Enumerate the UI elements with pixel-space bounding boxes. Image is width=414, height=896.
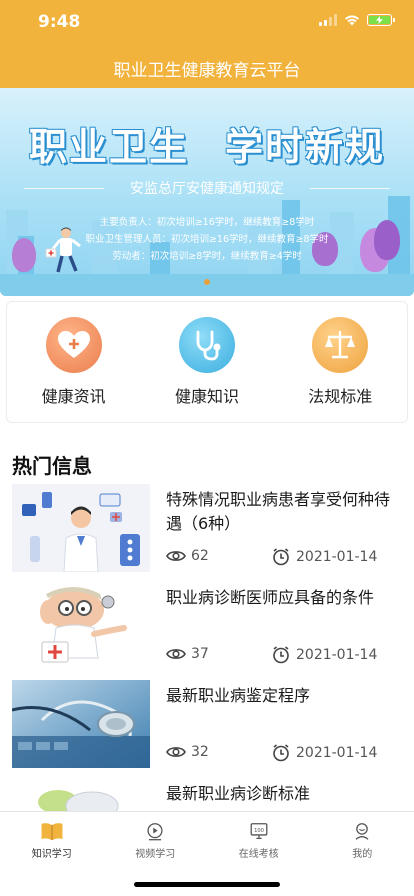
promo-banner[interactable]: 职业卫生 学时新规 安监总厅安健康通知规定 主要负责人：初次培训≥16学时，继续…	[0, 88, 414, 296]
eye-icon	[166, 649, 186, 659]
book-icon	[41, 823, 63, 841]
news-title: 职业病诊断医师应具备的条件	[166, 588, 375, 607]
news-thumbnail	[12, 582, 150, 670]
publish-date-value: 2021-01-14	[296, 647, 378, 663]
carousel-indicator[interactable]	[204, 279, 210, 285]
page-title: 职业卫生健康教育云平台	[113, 61, 301, 81]
publish-date: 2021-01-14	[272, 744, 377, 762]
banner-subtitle: 安监总厅安健康通知规定	[130, 181, 284, 197]
view-count-value: 62	[191, 548, 209, 564]
tab-profile[interactable]: 我的	[311, 812, 414, 860]
banner-headline: 职业卫生 学时新规	[0, 116, 414, 171]
view-count: 32	[166, 744, 209, 760]
svg-text:100: 100	[254, 828, 264, 834]
news-thumbnail	[12, 680, 150, 768]
banner-rule: 主要负责人：初次培训≥16学时，继续教育≥8学时	[99, 217, 315, 228]
exam-monitor-icon: 100	[250, 823, 268, 840]
news-title: 特殊情况职业病患者享受何种待遇（6种）	[166, 490, 391, 533]
news-title: 最新职业病鉴定程序	[166, 686, 311, 705]
cellular-signal-icon	[319, 14, 337, 26]
news-thumbnail	[12, 484, 150, 572]
news-meta: 32 2021-01-14	[166, 744, 406, 762]
app-header: 9:48 职业卫生健康教育云平台	[0, 0, 414, 88]
video-play-icon	[147, 823, 163, 841]
section-title-hot-info: 热门信息	[12, 454, 92, 478]
category-health-knowledge[interactable]: 健康知识	[147, 317, 267, 407]
view-count-value: 32	[191, 744, 209, 760]
publish-date: 2021-01-14	[272, 646, 377, 664]
clock-icon	[273, 646, 289, 664]
category-grid: 健康资讯 健康知识 法规标准	[6, 301, 408, 423]
news-item[interactable]: 职业病诊断医师应具备的条件 37 2021-01-14	[0, 582, 414, 674]
publish-date-value: 2021-01-14	[296, 745, 378, 761]
view-count: 62	[166, 548, 209, 564]
stethoscope-icon	[178, 317, 235, 373]
publish-date: 2021-01-14	[272, 548, 377, 566]
category-label: 健康资讯	[41, 387, 106, 406]
category-label: 健康知识	[174, 387, 239, 406]
banner-title-left: 职业卫生	[28, 125, 189, 169]
wifi-icon	[345, 15, 359, 26]
tab-video[interactable]: 视频学习	[104, 812, 208, 860]
publish-date-value: 2021-01-14	[296, 549, 378, 565]
news-meta: 37 2021-01-14	[166, 646, 406, 664]
view-count-value: 37	[191, 646, 209, 662]
view-count: 37	[166, 646, 209, 662]
tab-label: 在线考核	[238, 849, 279, 860]
banner-rule: 职业卫生管理人员：初次培训≥16学时，继续教育≥8学时	[85, 234, 329, 245]
banner-title-right: 学时新规	[225, 125, 386, 169]
category-health-news[interactable]: 健康资讯	[14, 317, 134, 407]
news-title: 最新职业病诊断标准	[166, 784, 311, 803]
news-item[interactable]: 特殊情况职业病患者享受何种待遇（6种） 62 2021-01-14	[0, 484, 414, 576]
tab-label: 知识学习	[31, 849, 72, 860]
home-indicator[interactable]	[134, 882, 280, 887]
news-meta: 62 2021-01-14	[166, 548, 406, 566]
status-icons	[319, 14, 395, 26]
user-icon	[355, 823, 369, 840]
category-regulations[interactable]: 法规标准	[280, 317, 400, 407]
eye-icon	[166, 551, 186, 561]
tab-exam[interactable]: 100 在线考核	[207, 812, 311, 860]
banner-rule: 劳动者：初次培训≥8学时，继续教育≥4学时	[112, 251, 302, 262]
tab-knowledge[interactable]: 知识学习	[0, 812, 104, 860]
tab-label: 视频学习	[135, 849, 176, 860]
tab-label: 我的	[352, 849, 373, 860]
clock-icon	[273, 548, 289, 566]
banner-ground	[0, 274, 414, 296]
category-label: 法规标准	[308, 387, 373, 406]
scales-icon	[312, 317, 369, 373]
eye-icon	[166, 747, 186, 757]
news-item[interactable]: 最新职业病鉴定程序 32 2021-01-14	[0, 680, 414, 772]
heart-plus-icon	[45, 317, 102, 373]
battery-icon	[367, 14, 395, 26]
clock-icon	[273, 744, 289, 762]
status-time: 9:48	[38, 12, 81, 32]
